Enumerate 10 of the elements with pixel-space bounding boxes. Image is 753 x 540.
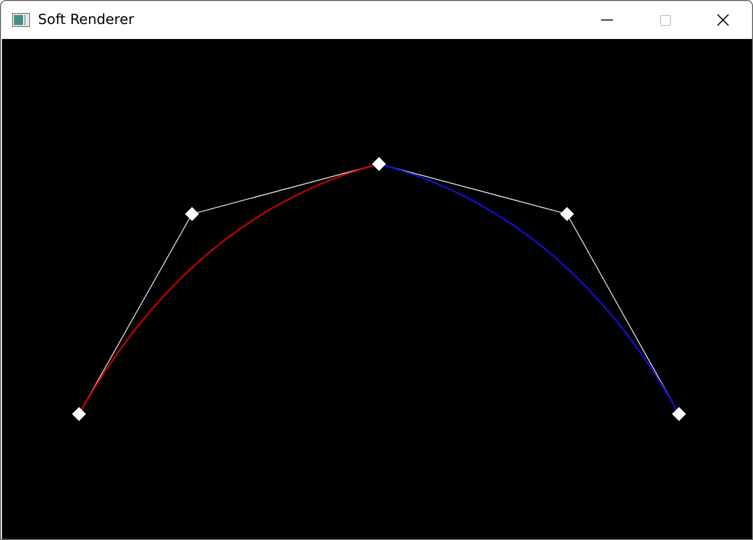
- maximize-icon: [660, 14, 670, 26]
- control-point-handle[interactable]: [560, 207, 574, 221]
- minimize-icon: [601, 19, 613, 21]
- control-point-handle[interactable]: [672, 407, 686, 421]
- window-title: Soft Renderer: [38, 12, 134, 28]
- control-point-handle[interactable]: [372, 157, 386, 171]
- control-point-handle[interactable]: [72, 407, 86, 421]
- control-point-handle[interactable]: [185, 207, 199, 221]
- app-icon: [12, 13, 30, 27]
- close-icon: [717, 14, 729, 26]
